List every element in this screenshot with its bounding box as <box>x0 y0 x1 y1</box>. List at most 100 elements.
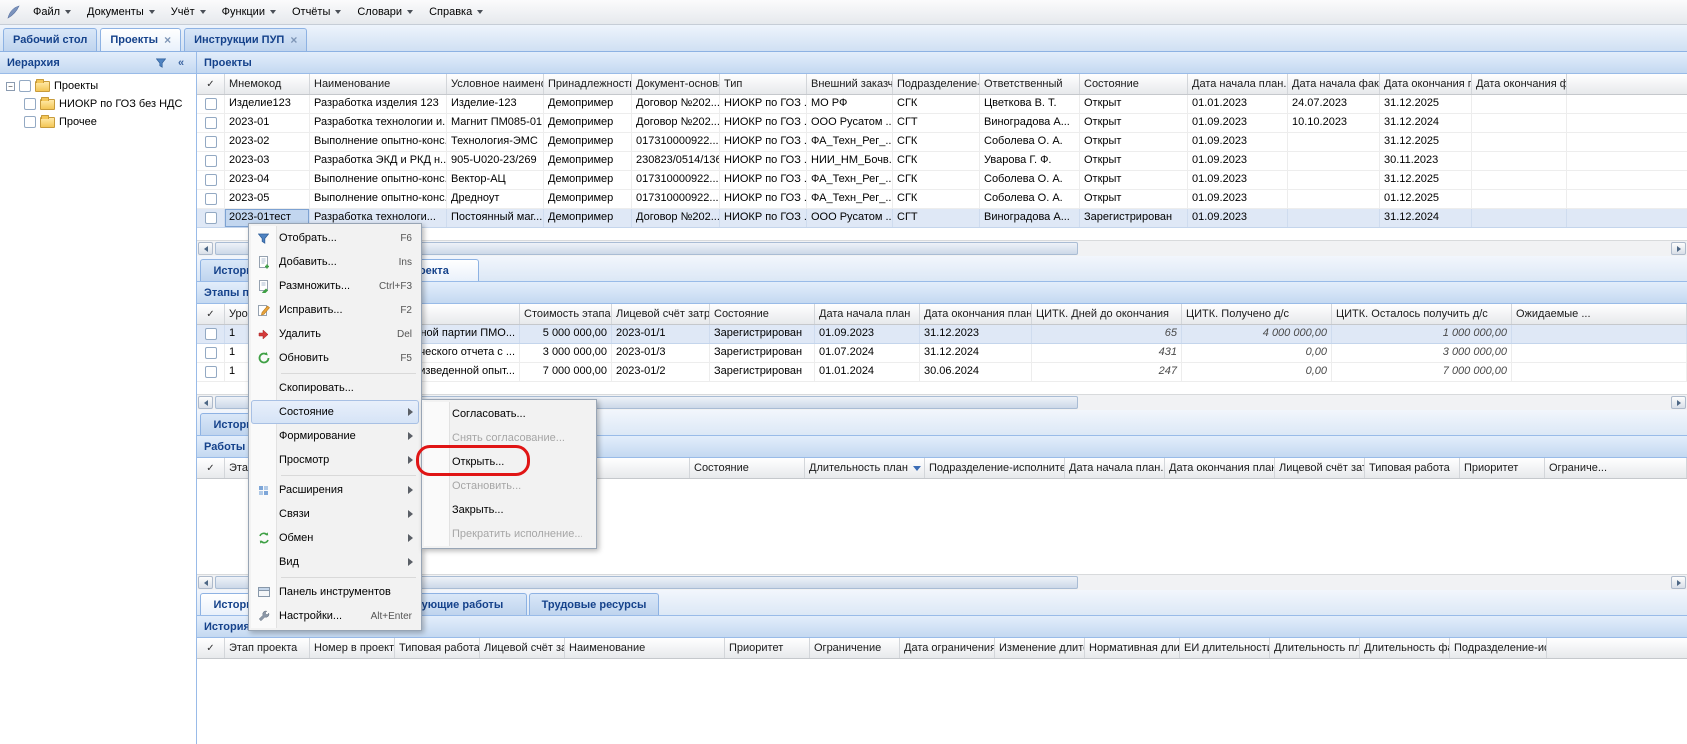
column-header[interactable]: Нормативная длит <box>1085 638 1180 658</box>
column-header[interactable]: ЕИ длительности <box>1180 638 1270 658</box>
row-checkbox[interactable] <box>205 155 217 167</box>
row-checkbox[interactable] <box>205 193 217 205</box>
column-header[interactable]: ЦИТК. Получено д/с <box>1182 304 1332 324</box>
column-header[interactable]: Состояние <box>710 304 815 324</box>
column-header[interactable]: Наименование <box>310 74 447 94</box>
menubar-item[interactable]: Отчёты <box>284 2 349 22</box>
column-header[interactable]: Номер в проекте <box>310 638 395 658</box>
row-checkbox[interactable] <box>205 328 217 340</box>
tab-item[interactable]: Инструкции ПУП× <box>184 28 307 51</box>
scroll-right-icon[interactable] <box>1671 242 1686 255</box>
menu-item[interactable]: Расширения <box>251 478 419 502</box>
menubar-item[interactable]: Словари <box>349 2 421 22</box>
row-checkbox[interactable] <box>205 212 217 224</box>
row-checkbox[interactable] <box>205 174 217 186</box>
column-header[interactable]: ✓ <box>197 304 225 324</box>
column-header[interactable]: Подразделение-ис <box>1450 638 1547 658</box>
column-header[interactable]: ✓ <box>197 458 225 478</box>
menu-item[interactable]: Исправить...F2 <box>251 298 419 322</box>
column-header[interactable]: Подразделение-исполнитель.. <box>925 458 1065 478</box>
menubar-item[interactable]: Учёт <box>163 2 214 22</box>
column-header[interactable]: Условное наименова <box>447 74 544 94</box>
column-header[interactable]: Дата окончания план <box>920 304 1032 324</box>
column-header[interactable]: Дата окончания пл <box>1380 74 1472 94</box>
menu-item[interactable]: Обмен <box>251 526 419 550</box>
column-header[interactable]: Мнемокод <box>225 74 310 94</box>
column-header[interactable]: Документ-основан <box>632 74 720 94</box>
tab-item[interactable]: Трудовые ресурсы <box>529 593 659 615</box>
menu-item[interactable]: Скопировать... <box>251 376 419 400</box>
column-header[interactable]: Ожидаемые ... <box>1512 304 1687 324</box>
column-header[interactable]: Типовая работа <box>1365 458 1460 478</box>
menu-item[interactable]: Связи <box>251 502 419 526</box>
menu-item[interactable]: УдалитьDel <box>251 322 419 346</box>
column-header[interactable]: Лицевой счёт затр <box>1275 458 1365 478</box>
column-header[interactable]: Длительность план <box>805 458 925 478</box>
column-header[interactable]: ✓ <box>197 638 225 658</box>
menubar-item[interactable]: Файл <box>25 2 79 22</box>
tab-item[interactable]: Рабочий стол <box>3 28 97 51</box>
column-header[interactable]: Дата ограничения <box>900 638 995 658</box>
tab-close-icon[interactable]: × <box>164 35 171 45</box>
node-checkbox[interactable] <box>24 116 36 128</box>
column-header[interactable]: Длительность фак <box>1360 638 1450 658</box>
menu-item[interactable]: Состояние <box>251 400 419 424</box>
column-header[interactable]: Стоимость этапа <box>520 304 612 324</box>
menu-item[interactable]: ОбновитьF5 <box>251 346 419 370</box>
menu-item[interactable]: Открыть... <box>424 450 594 474</box>
menu-item[interactable]: Формирование <box>251 424 419 448</box>
column-header[interactable]: Лицевой счёт затр <box>480 638 565 658</box>
column-header[interactable]: Состояние <box>1080 74 1188 94</box>
column-header[interactable]: Дата начала план <box>815 304 920 324</box>
scroll-right-icon[interactable] <box>1671 576 1686 589</box>
row-checkbox[interactable] <box>205 136 217 148</box>
menubar-item[interactable]: Функции <box>214 2 284 22</box>
menu-item[interactable]: Размножить...Ctrl+F3 <box>251 274 419 298</box>
tree-node[interactable]: Прочее <box>2 113 194 131</box>
column-header[interactable]: ЦИТК. Дней до окончания <box>1032 304 1182 324</box>
node-checkbox[interactable] <box>19 80 31 92</box>
node-checkbox[interactable] <box>24 98 36 110</box>
menubar-item[interactable]: Справка <box>421 2 491 22</box>
tree-node[interactable]: НИОКР по ГОЗ без НДС <box>2 95 194 113</box>
scroll-left-icon[interactable] <box>198 396 213 409</box>
menu-item[interactable]: Настройки...Alt+Enter <box>251 604 419 628</box>
column-header[interactable]: Этап проекта <box>225 638 310 658</box>
column-header[interactable]: Дата начала план. <box>1188 74 1288 94</box>
row-checkbox[interactable] <box>205 347 217 359</box>
menu-item[interactable]: Добавить...Ins <box>251 250 419 274</box>
column-header[interactable]: Внешний заказчик <box>807 74 893 94</box>
row-checkbox[interactable] <box>205 117 217 129</box>
column-header[interactable]: Дата начала факт <box>1288 74 1380 94</box>
menu-item[interactable]: Панель инструментов <box>251 580 419 604</box>
column-header[interactable]: Подразделение-от <box>893 74 980 94</box>
menu-item[interactable]: Согласовать... <box>424 402 594 426</box>
column-header[interactable]: Состояние <box>690 458 805 478</box>
column-header[interactable]: Ограничение <box>810 638 900 658</box>
column-header[interactable]: Типовая работа <box>395 638 480 658</box>
row-checkbox[interactable] <box>205 366 217 378</box>
table-row[interactable]: 2023-04Выполнение опытно-конс...Вектор-А… <box>197 171 1687 190</box>
column-header[interactable]: Ответственный <box>980 74 1080 94</box>
table-row[interactable]: Изделие123Разработка изделия 123Изделие-… <box>197 95 1687 114</box>
tree-node[interactable]: −Проекты <box>2 77 194 95</box>
column-header[interactable]: Дата начала план. <box>1065 458 1165 478</box>
menu-item[interactable]: Отобрать...F6 <box>251 226 419 250</box>
table-row[interactable]: 2023-05Выполнение опытно-конс...Дредноут… <box>197 190 1687 209</box>
menu-item[interactable]: Закрыть... <box>424 498 594 522</box>
column-header[interactable]: Тип <box>720 74 807 94</box>
table-row[interactable]: 2023-02Выполнение опытно-конс...Технолог… <box>197 133 1687 152</box>
column-header[interactable]: Изменение длите <box>995 638 1085 658</box>
scroll-left-icon[interactable] <box>198 576 213 589</box>
column-header[interactable]: Дата окончания план <box>1165 458 1275 478</box>
collapse-panel-icon[interactable]: « <box>173 55 189 70</box>
filter-icon[interactable] <box>153 55 169 70</box>
column-header[interactable]: ЦИТК. Осталось получить д/с <box>1332 304 1512 324</box>
column-header[interactable]: Наименование <box>565 638 725 658</box>
row-checkbox[interactable] <box>205 98 217 110</box>
column-header[interactable]: Принадлежность <box>544 74 632 94</box>
column-header[interactable]: Лицевой счёт затрат <box>612 304 710 324</box>
tree-expander-icon[interactable]: − <box>6 82 15 91</box>
column-header[interactable]: Приоритет <box>725 638 810 658</box>
scroll-right-icon[interactable] <box>1671 396 1686 409</box>
